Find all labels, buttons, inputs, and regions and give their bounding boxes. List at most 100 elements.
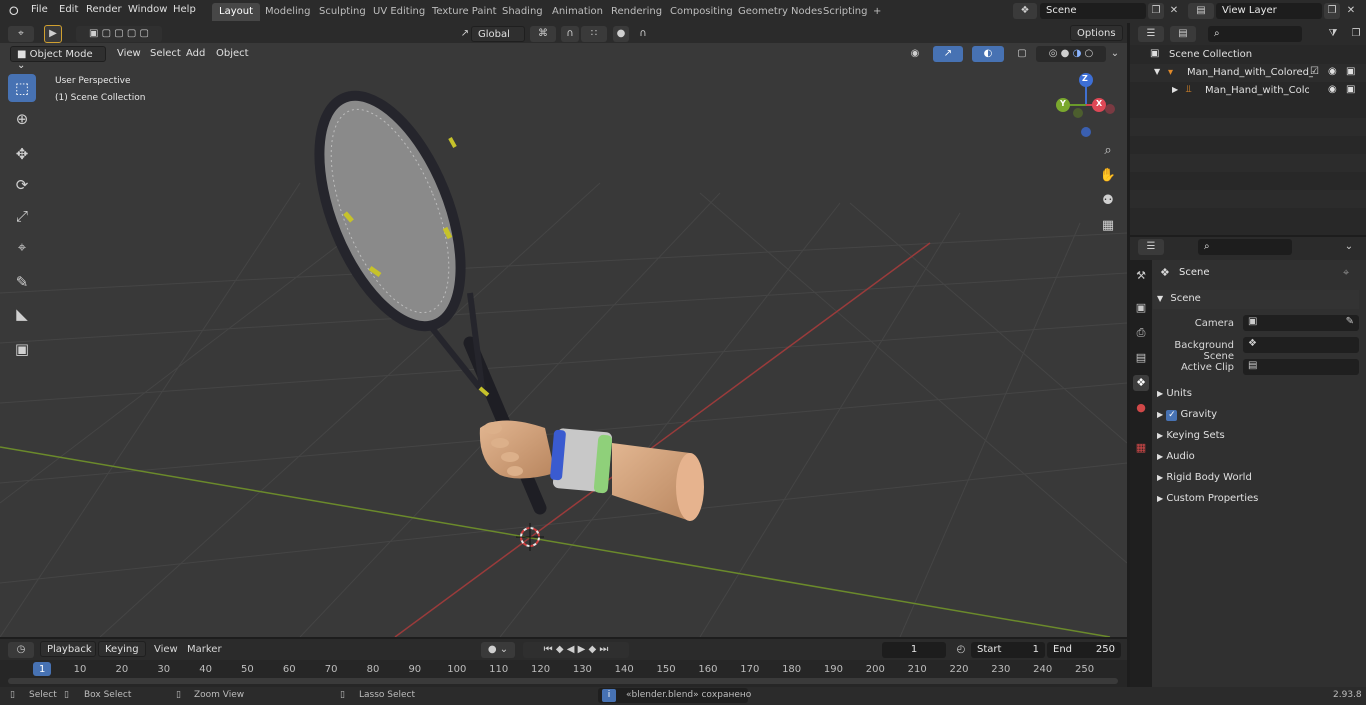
shading-mode-icons[interactable]: ◎ ● ◑ ○ <box>1036 46 1106 62</box>
outliner-row-armature[interactable]: ▶ ⫫ Man_Hand_with_Colored ◉ ▣ <box>1130 82 1366 100</box>
start-frame-field[interactable]: Start 1 <box>971 642 1045 658</box>
menu-edit[interactable]: Edit <box>59 4 78 15</box>
select-tool-icon[interactable]: ▶ <box>44 25 62 43</box>
tab-animation[interactable]: Animation <box>545 3 610 21</box>
timeline-menu-keying[interactable]: Keying ⌄ <box>98 641 146 666</box>
camera-icon[interactable]: ▣ <box>1346 66 1355 77</box>
3d-viewport[interactable]: User Perspective (1) Scene Collection Z … <box>0 43 1127 637</box>
timeline-menu-view[interactable]: View <box>154 644 178 655</box>
selection-mode-icons[interactable]: ▣ ▢ ▢ ▢ ▢ <box>76 26 162 42</box>
scene-name-field[interactable]: Scene <box>1040 3 1146 19</box>
record-icon[interactable]: ● ⌄ <box>481 642 515 658</box>
select-box-tool[interactable]: ⬚ <box>8 74 36 102</box>
close-icon[interactable]: ✕ <box>1343 3 1359 19</box>
tab-compositing[interactable]: Compositing <box>663 3 740 21</box>
overlay-toggle-icon[interactable]: ◐ <box>972 46 1004 62</box>
properties-search-input[interactable]: ⌕ <box>1198 239 1292 255</box>
properties-options-icon[interactable]: ⌄ <box>1340 239 1358 255</box>
viewport-scene[interactable] <box>0 43 1127 637</box>
transform-tool[interactable]: ⌖ <box>8 233 36 261</box>
outliner-row-object[interactable]: ▼ ▾ Man_Hand_with_Colored_Wris ☑ ◉ ▣ <box>1130 64 1366 82</box>
filter-icon[interactable]: ⧩ <box>1320 26 1346 42</box>
snap-target-icon[interactable]: ∷ <box>581 26 607 42</box>
proportional-editing-icon[interactable]: ● <box>613 26 629 42</box>
tab-shading[interactable]: Shading <box>495 3 550 21</box>
pin-icon[interactable]: ⌖ <box>1343 266 1349 280</box>
end-frame-field[interactable]: End 250 <box>1047 642 1121 658</box>
tool-tab-icon[interactable]: ⚒ <box>1133 268 1149 284</box>
playback-controls-icons[interactable]: ⏮ ◆ ◀ ▶ ◆ ⏭ <box>523 642 629 658</box>
panel-units[interactable]: ▶ Units <box>1153 385 1359 404</box>
transform-orientation-dropdown[interactable]: Global ⌄ <box>471 26 525 51</box>
scene-section-header[interactable]: ▼ Scene <box>1153 290 1359 309</box>
scene-selector-icon[interactable]: ❖ <box>1013 3 1037 19</box>
gravity-checkbox[interactable]: ✓ <box>1166 410 1178 421</box>
expand-arrow-icon[interactable]: ▶ <box>1172 85 1178 94</box>
shading-options-icon[interactable]: ⌄ <box>1107 46 1123 62</box>
view-layer-field[interactable]: View Layer <box>1216 3 1322 19</box>
close-icon[interactable]: ✕ <box>1166 3 1182 19</box>
expand-arrow-icon[interactable]: ▼ <box>1154 67 1160 76</box>
menu-window[interactable]: Window <box>128 4 167 15</box>
panel-rigid-body-world[interactable]: ▶ Rigid Body World <box>1153 469 1359 488</box>
object-mode-dropdown[interactable]: ■ Object Mode ⌄ <box>10 46 106 71</box>
copy-view-layer-icon[interactable]: ❐ <box>1324 3 1340 19</box>
tab-uv-editing[interactable]: UV Editing <box>366 3 432 21</box>
tab-sculpting[interactable]: Sculpting <box>312 3 373 21</box>
menu-render[interactable]: Render <box>86 4 122 15</box>
outliner-search-input[interactable]: ⌕ <box>1208 26 1302 42</box>
falloff-icon[interactable]: ∩ <box>630 26 656 42</box>
menu-help[interactable]: Help <box>173 4 196 15</box>
xray-icon[interactable]: ▢ <box>1014 46 1030 62</box>
tab-texture-paint[interactable]: Texture Paint <box>425 3 504 21</box>
editor-type-icon[interactable]: ⌖ <box>8 26 34 42</box>
timeline-editor-icon[interactable]: ◷ <box>8 642 34 658</box>
background-scene-field[interactable]: ❖ <box>1243 337 1359 353</box>
timeline-menu-marker[interactable]: Marker <box>187 644 222 655</box>
camera-view-icon[interactable]: ⚉ <box>1097 190 1119 212</box>
view-layer-icon[interactable]: ▤ <box>1188 3 1214 19</box>
viewport-menu-view[interactable]: View <box>112 46 146 61</box>
active-clip-field[interactable]: ▤ <box>1243 359 1359 375</box>
copy-scene-icon[interactable]: ❐ <box>1148 3 1164 19</box>
panel-audio[interactable]: ▶ Audio <box>1153 448 1359 467</box>
stopwatch-icon[interactable]: ◴ <box>953 642 969 658</box>
eyedropper-icon[interactable]: ✎ <box>1346 316 1354 327</box>
menu-file[interactable]: File <box>31 4 48 15</box>
scale-tool[interactable]: ⤢ <box>8 202 36 230</box>
add-workspace-button[interactable]: + <box>866 3 888 21</box>
view-layer-tab-icon[interactable]: ▤ <box>1133 350 1149 366</box>
timeline-scrollbar[interactable] <box>8 678 1118 684</box>
render-tab-icon[interactable]: ▣ <box>1133 300 1149 316</box>
current-frame-field[interactable]: 1 <box>882 642 946 658</box>
eye-icon[interactable]: ◉ <box>1328 66 1337 77</box>
viewport-menu-select[interactable]: Select <box>145 46 186 61</box>
outliner-row-scene-collection[interactable]: ▣ Scene Collection <box>1130 46 1366 64</box>
cursor-tool[interactable]: ⊕ <box>8 105 36 133</box>
camera-icon[interactable]: ▣ <box>1346 84 1355 95</box>
panel-custom-properties[interactable]: ▶ Custom Properties <box>1153 490 1359 509</box>
annotate-tool[interactable]: ✎ <box>8 268 36 296</box>
blender-logo-icon[interactable]: ⭘ <box>9 4 19 19</box>
eye-icon[interactable]: ◉ <box>1328 84 1337 95</box>
add-cube-tool[interactable]: ▣ <box>8 335 36 363</box>
gizmo-toggle-icon[interactable]: ↗ <box>933 46 963 62</box>
camera-field[interactable]: ▣ ✎ <box>1243 315 1359 331</box>
new-collection-icon[interactable]: ❐ <box>1348 26 1364 42</box>
panel-gravity[interactable]: ▶ ✓ Gravity <box>1153 406 1359 425</box>
properties-editor-icon[interactable]: ☰ <box>1138 239 1164 255</box>
viewport-menu-object[interactable]: Object <box>211 46 254 61</box>
tab-layout[interactable]: Layout <box>212 3 260 21</box>
orthographic-grid-icon[interactable]: ▦ <box>1097 215 1119 237</box>
timeline-menu-playback[interactable]: Playback ⌄ <box>40 641 96 666</box>
visibility-icon[interactable]: ◉ <box>903 46 927 62</box>
checkbox-icon[interactable]: ☑ <box>1310 66 1319 77</box>
tab-geometry-nodes[interactable]: Geometry Nodes <box>731 3 829 21</box>
panel-keying-sets[interactable]: ▶ Keying Sets <box>1153 427 1359 446</box>
tab-modeling[interactable]: Modeling <box>258 3 318 21</box>
output-tab-icon[interactable]: ⎙ <box>1133 325 1149 341</box>
zoom-icon[interactable]: ⌕ <box>1097 140 1119 162</box>
outliner-editor-icon[interactable]: ☰ <box>1138 26 1164 42</box>
pivot-point-icon[interactable]: ⌘ <box>530 26 556 42</box>
snap-icon[interactable]: ∩ <box>561 26 579 42</box>
